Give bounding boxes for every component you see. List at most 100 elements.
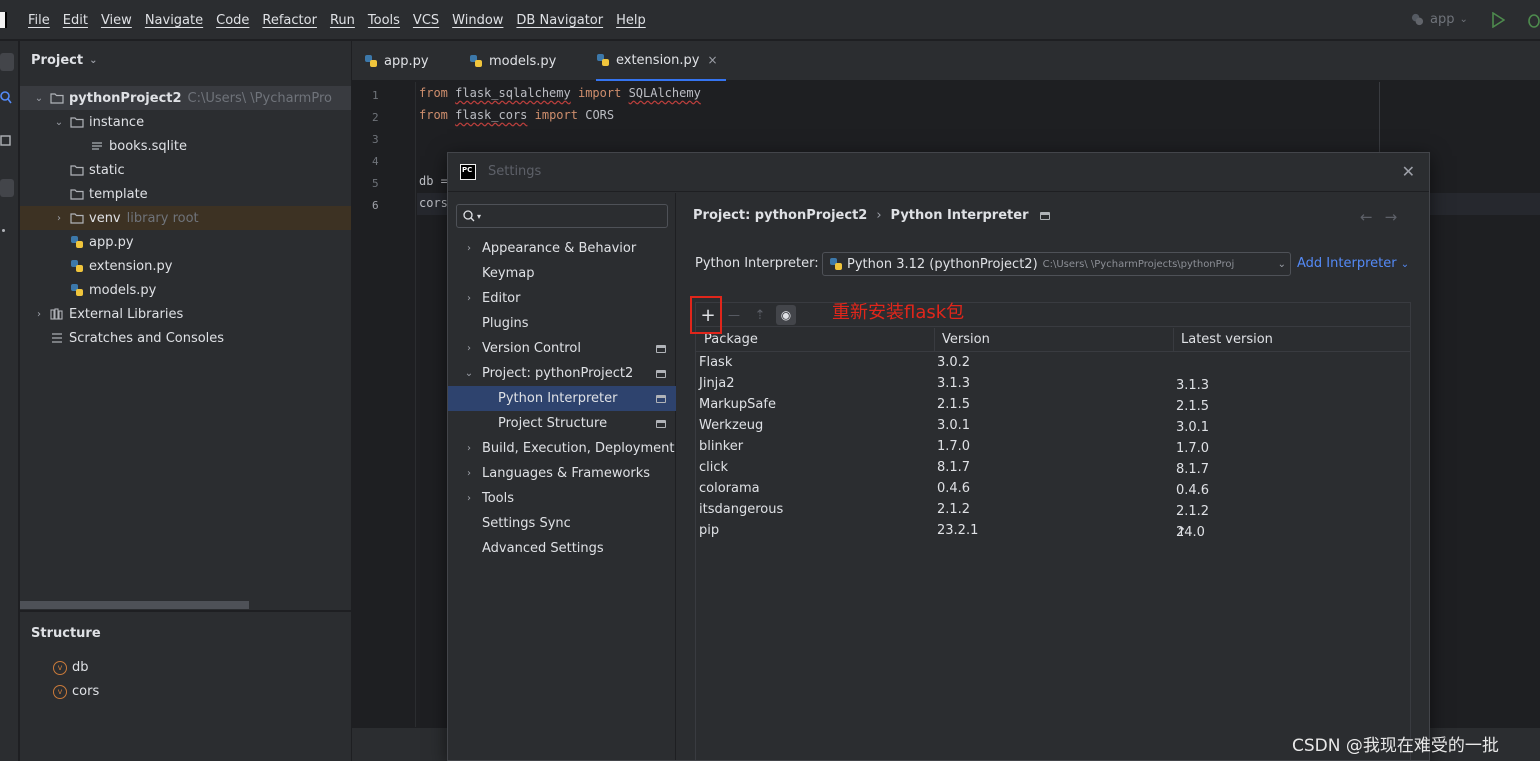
tree-item-pythonproject2[interactable]: ⌄ pythonProject2 C:\Users\ \PycharmPro [20,86,351,110]
project-tool-icon[interactable] [0,53,14,71]
tree-item-hint: library root [126,210,199,226]
package-row[interactable]: colorama 0.4.6 0.4.6 [696,479,1410,500]
menu-window[interactable]: Window [452,13,503,28]
run-icon[interactable] [1491,12,1505,28]
structure-item-cors[interactable]: v cors [53,684,99,699]
settings-nav-label: Project: pythonProject2 [482,366,634,381]
menu-help[interactable]: Help [616,13,646,28]
menu-navigate[interactable]: Navigate [145,13,203,28]
settings-nav-settings-sync[interactable]: Settings Sync [448,511,676,536]
structure-tool-icon[interactable] [0,179,14,197]
package-row[interactable]: Werkzeug 3.0.1 3.0.1 [696,416,1410,437]
find-tool-icon[interactable] [0,91,12,105]
debug-icon[interactable] [1522,11,1540,29]
tree-item-app-py[interactable]: app.py [20,230,351,254]
menu-tools[interactable]: Tools [368,13,400,28]
settings-nav-languages-frameworks[interactable]: › Languages & Frameworks [448,461,676,486]
package-row[interactable]: MarkupSafe 2.1.5 2.1.5 [696,395,1410,416]
back-forward-arrows[interactable]: ←→ [1360,208,1409,226]
settings-nav-plugins[interactable]: Plugins [448,311,676,336]
package-version: 1.7.0 [937,439,971,454]
column-header-version[interactable]: Version [942,332,990,347]
code-line-6[interactable]: cors [419,196,448,210]
package-row[interactable]: itsdangerous 2.1.2 2.1.2 [696,500,1410,521]
settings-nav-version-control[interactable]: › Version Control [448,336,676,361]
package-row[interactable]: Jinja2 3.1.3 3.1.3 [696,374,1410,395]
commit-tool-icon[interactable] [0,133,12,147]
settings-nav-tools[interactable]: › Tools [448,486,676,511]
structure-item-db[interactable]: v db [53,660,89,675]
menu-vcs[interactable]: VCS [413,13,439,28]
chevron-down-icon[interactable]: ⌄ [463,368,475,379]
dialog-titlebar[interactable]: PC Settings ✕ [448,153,1429,192]
project-panel-title[interactable]: Project ⌄ [31,53,97,68]
menu-edit[interactable]: Edit [63,13,88,28]
tree-item-external-libraries[interactable]: › External Libraries [20,302,351,326]
package-version: 3.1.3 [937,376,971,391]
folder-icon [70,165,84,176]
tree-item-books-sqlite[interactable]: books.sqlite [20,134,351,158]
tab-extension-py[interactable]: extension.py × [596,41,726,81]
line-number: 4 [372,155,379,168]
settings-nav-appearance-behavior[interactable]: › Appearance & Behavior [448,236,676,261]
menu-view[interactable]: View [101,13,132,28]
tree-item-label: venv [89,210,121,226]
chevron-right-icon[interactable]: › [463,468,475,479]
tab-label: models.py [489,53,557,69]
settings-nav-project-pythonproject2[interactable]: ⌄ Project: pythonProject2 [448,361,676,386]
settings-nav-python-interpreter[interactable]: Python Interpreter [448,386,676,411]
tree-item-venv[interactable]: › venv library root [20,206,351,230]
close-icon[interactable]: ✕ [1402,162,1415,181]
code-line-2[interactable]: from flask_cors import CORS [419,108,614,122]
chevron-right-icon[interactable]: › [32,309,46,320]
menu-db-navigator[interactable]: DB Navigator [516,13,603,28]
package-row[interactable]: blinker 1.7.0 1.7.0 [696,437,1410,458]
package-name: colorama [699,481,760,496]
more-tools-icon[interactable] [2,229,5,232]
menu-refactor[interactable]: Refactor [262,13,317,28]
upgrade-package-button[interactable]: ⇡ [750,305,770,325]
settings-nav-project-structure[interactable]: Project Structure [448,411,676,436]
tree-item-template[interactable]: template [20,182,351,206]
uninstall-package-button[interactable]: — [724,305,744,325]
run-configuration-selector[interactable]: app ⌄ [1411,12,1468,27]
code-line-5[interactable]: db = [419,174,448,188]
settings-nav-editor[interactable]: › Editor [448,286,676,311]
tree-item-static[interactable]: static [20,158,351,182]
settings-search-input[interactable]: ▾ [456,204,668,228]
menu-run[interactable]: Run [330,13,355,28]
close-icon[interactable]: × [707,53,717,67]
chevron-right-icon[interactable]: › [52,213,66,224]
chevron-right-icon[interactable]: › [463,493,475,504]
tab-app-py[interactable]: app.py [364,41,437,81]
project-tool-window: Project ⌄ ⌄ pythonProject2 C:\Users\ \Pych… [20,41,351,610]
settings-nav-advanced-settings[interactable]: Advanced Settings [448,536,676,561]
settings-nav-build-execution-deployment[interactable]: › Build, Execution, Deployment [448,436,676,461]
chevron-right-icon[interactable]: › [463,443,475,454]
package-row[interactable]: click 8.1.7 8.1.7 [696,458,1410,479]
show-latest-versions-toggle[interactable]: ◉ [776,305,796,325]
chevron-down-icon[interactable]: ⌄ [52,117,66,128]
interpreter-dropdown[interactable]: Python 3.12 (pythonProject2) C:\Users\ \… [822,252,1291,276]
add-interpreter-link[interactable]: Add Interpreter ⌄ [1297,256,1409,271]
chevron-right-icon[interactable]: › [463,243,475,254]
tree-item-extension-py[interactable]: extension.py [20,254,351,278]
tree-item-models-py[interactable]: models.py [20,278,351,302]
chevron-right-icon[interactable]: › [463,293,475,304]
horizontal-scrollbar[interactable] [20,601,249,609]
column-header-package[interactable]: Package [704,332,758,347]
package-row[interactable]: pip 23.2.1 ↑ 24.0 [696,521,1410,542]
breadcrumb-parent[interactable]: Project: pythonProject2 [693,208,867,223]
menu-code[interactable]: Code [216,13,249,28]
tree-item-instance[interactable]: ⌄ instance [20,110,351,134]
tab-models-py[interactable]: models.py [469,41,564,81]
line-number: 5 [372,177,379,190]
package-row[interactable]: Flask 3.0.2 [696,353,1410,374]
tree-item-scratches-and-consoles[interactable]: Scratches and Consoles [20,326,351,350]
chevron-right-icon[interactable]: › [463,343,475,354]
column-header-latest-version[interactable]: Latest version [1181,332,1273,347]
settings-nav-keymap[interactable]: Keymap [448,261,676,286]
code-line-1[interactable]: from flask_sqlalchemy import SQLAlchemy [419,86,701,100]
chevron-down-icon[interactable]: ⌄ [32,93,46,104]
menu-file[interactable]: File [28,13,50,28]
